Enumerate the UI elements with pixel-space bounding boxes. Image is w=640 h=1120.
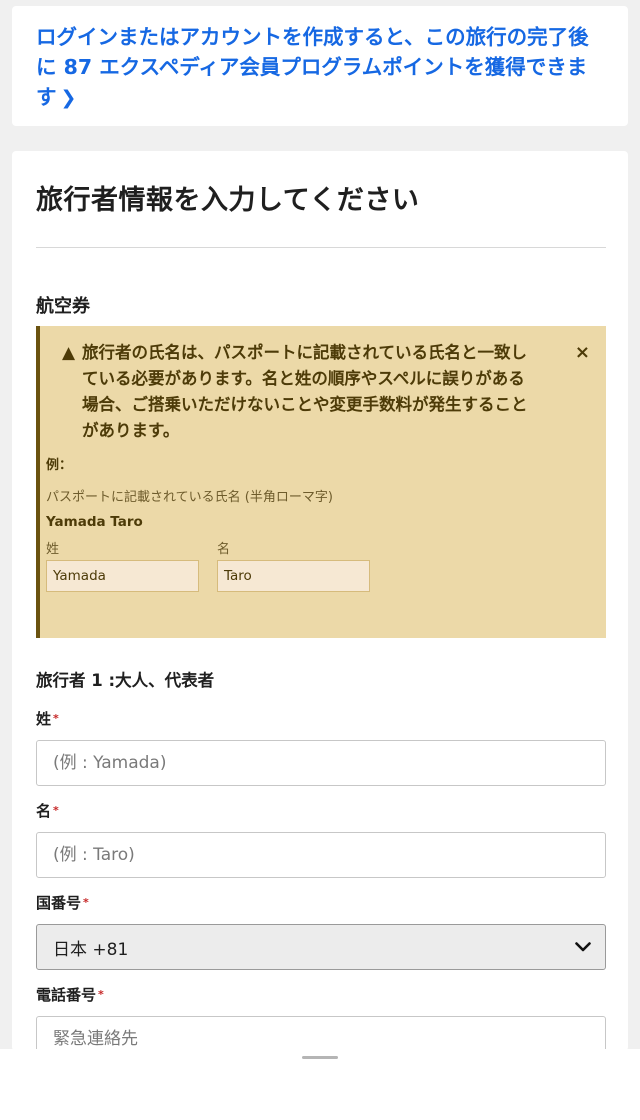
country-code-select[interactable]: 日本 +81	[36, 924, 606, 970]
section-title: 航空券	[36, 296, 90, 317]
phone-label: 電話番号 *	[36, 984, 606, 1006]
example-last-name: 姓 Yamada	[46, 542, 199, 592]
example-last-name-label: 姓	[46, 542, 60, 557]
chevron-right-icon: ❯	[60, 87, 77, 109]
login-promo-link[interactable]: ログインまたはアカウントを作成すると、この旅行の完了後に 87 エクスペディア会…	[36, 22, 604, 113]
example-last-name-value: Yamada	[46, 560, 199, 592]
last-name-group: 姓 *	[36, 708, 606, 786]
close-icon[interactable]: ×	[575, 340, 590, 366]
last-name-label-text: 姓	[36, 710, 52, 728]
warning-icon: ▲	[62, 343, 76, 363]
country-code-group: 国番号 * 日本 +81	[36, 892, 606, 970]
country-code-value: 日本 +81	[53, 939, 129, 960]
example-label: 例：	[46, 458, 73, 473]
traveler-form-card: 旅行者情報を入力してください 航空券 ▲ 旅行者の氏名は、パスポートに記載されて…	[12, 151, 628, 1062]
name-warning-alert: ▲ 旅行者の氏名は、パスポートに記載されている氏名と一致している必要があります。…	[36, 326, 606, 638]
example-first-name-label: 名	[217, 542, 231, 557]
chevron-down-icon	[575, 942, 591, 952]
page-title: 旅行者情報を入力してください	[36, 185, 420, 216]
alert-message: 旅行者の氏名は、パスポートに記載されている氏名と一致している必要があります。名と…	[82, 343, 528, 440]
phone-label-text: 電話番号	[36, 986, 97, 1004]
last-name-input[interactable]	[36, 740, 606, 786]
first-name-input[interactable]	[36, 832, 606, 878]
required-marker: *	[53, 712, 59, 725]
required-marker: *	[98, 988, 104, 1001]
login-promo-text: ログインまたはアカウントを作成すると、この旅行の完了後に 87 エクスペディア会…	[36, 25, 589, 109]
bottom-sheet-bar	[0, 1049, 640, 1120]
first-name-group: 名 *	[36, 800, 606, 878]
required-marker: *	[83, 896, 89, 909]
first-name-label-text: 名	[36, 802, 52, 820]
login-promo-card: ログインまたはアカウントを作成すると、この旅行の完了後に 87 エクスペディア会…	[12, 6, 628, 126]
example-name: Yamada Taro	[46, 514, 143, 530]
country-code-label: 国番号 *	[36, 892, 606, 914]
example-first-name-value: Taro	[217, 560, 370, 592]
passport-note: パスポートに記載されている氏名 (半角ローマ字)	[46, 490, 333, 505]
required-marker: *	[53, 804, 59, 817]
first-name-label: 名 *	[36, 800, 606, 822]
last-name-label: 姓 *	[36, 708, 606, 730]
example-fields: 姓 Yamada 名 Taro	[46, 542, 586, 592]
country-code-label-text: 国番号	[36, 894, 82, 912]
divider	[36, 247, 606, 248]
drag-handle[interactable]	[302, 1056, 338, 1059]
example-first-name: 名 Taro	[217, 542, 370, 592]
traveler-heading: 旅行者 1 :大人、代表者	[36, 671, 215, 690]
alert-header: ▲ 旅行者の氏名は、パスポートに記載されている氏名と一致している必要があります。…	[46, 340, 586, 444]
